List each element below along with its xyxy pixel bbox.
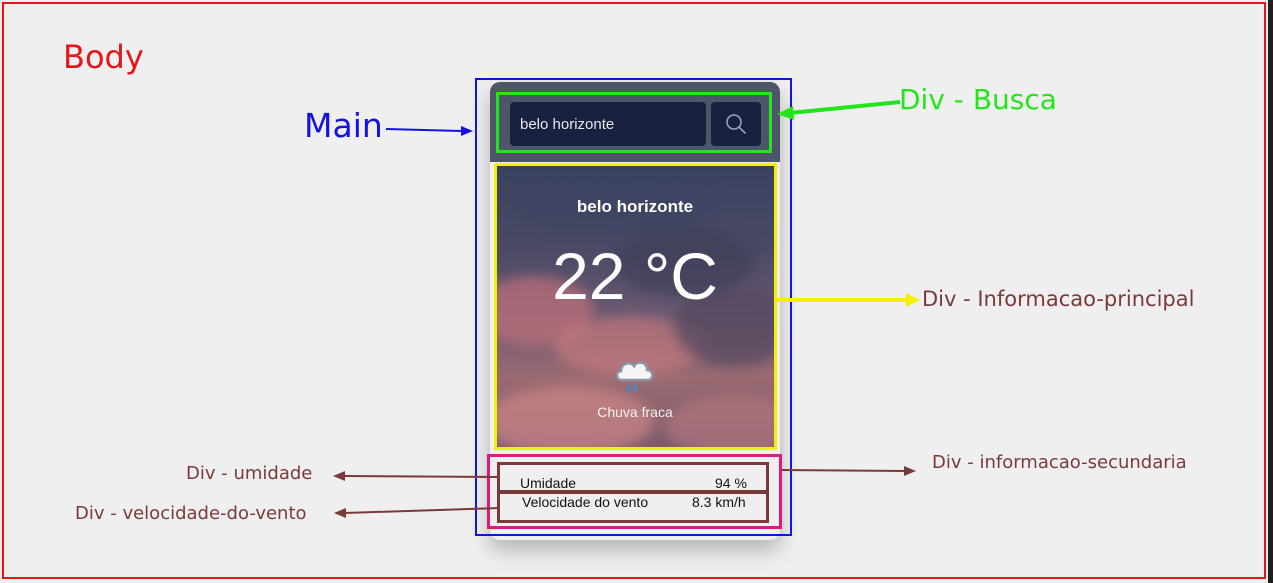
- informacao-principal-arrow: [777, 293, 920, 307]
- busca-annotation-label: Div - Busca: [899, 83, 1057, 116]
- umidade-annotation-label: Div - umidade: [186, 463, 313, 484]
- velocidade-do-vento-arrow: [334, 507, 501, 518]
- main-annotation-label: Main: [304, 106, 383, 145]
- informacao-secundaria-annotation-label: Div - informacao-secundaria: [932, 452, 1187, 473]
- busca-arrow: [777, 100, 901, 120]
- main-arrow: [385, 126, 473, 136]
- umidade-arrow: [333, 471, 501, 481]
- informacao-principal-annotation-label: Div - Informacao-principal: [922, 287, 1195, 311]
- velocidade-do-vento-annotation-label: Div - velocidade-do-vento: [75, 503, 307, 524]
- informacao-secundaria-arrow: [781, 466, 916, 476]
